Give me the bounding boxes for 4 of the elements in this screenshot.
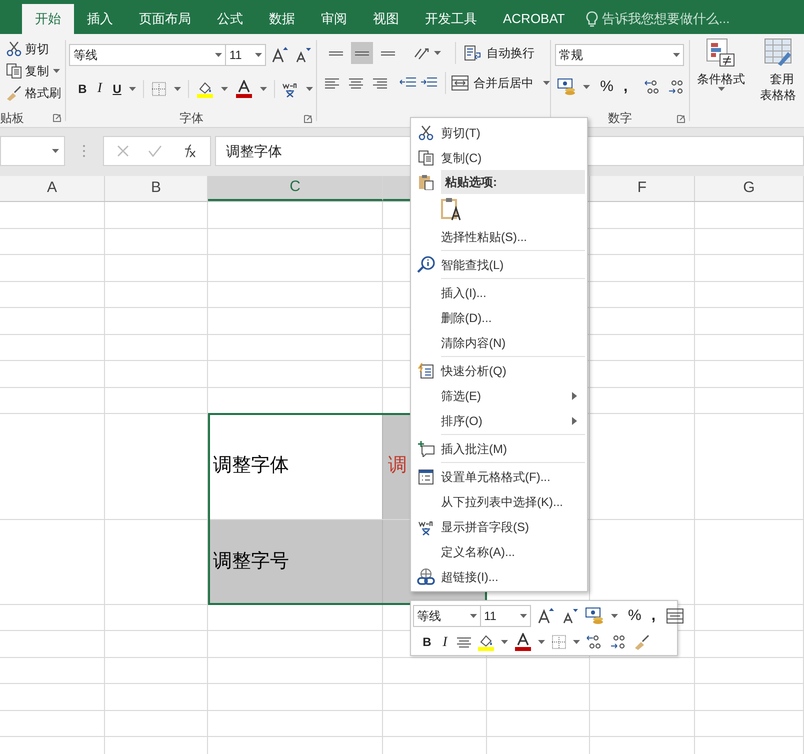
menu-section-header: 粘贴选项: [441, 170, 585, 194]
group-label: 贴板 [0, 110, 24, 127]
group-label: 数字 [608, 110, 632, 127]
group-label: 字体 [179, 110, 204, 127]
